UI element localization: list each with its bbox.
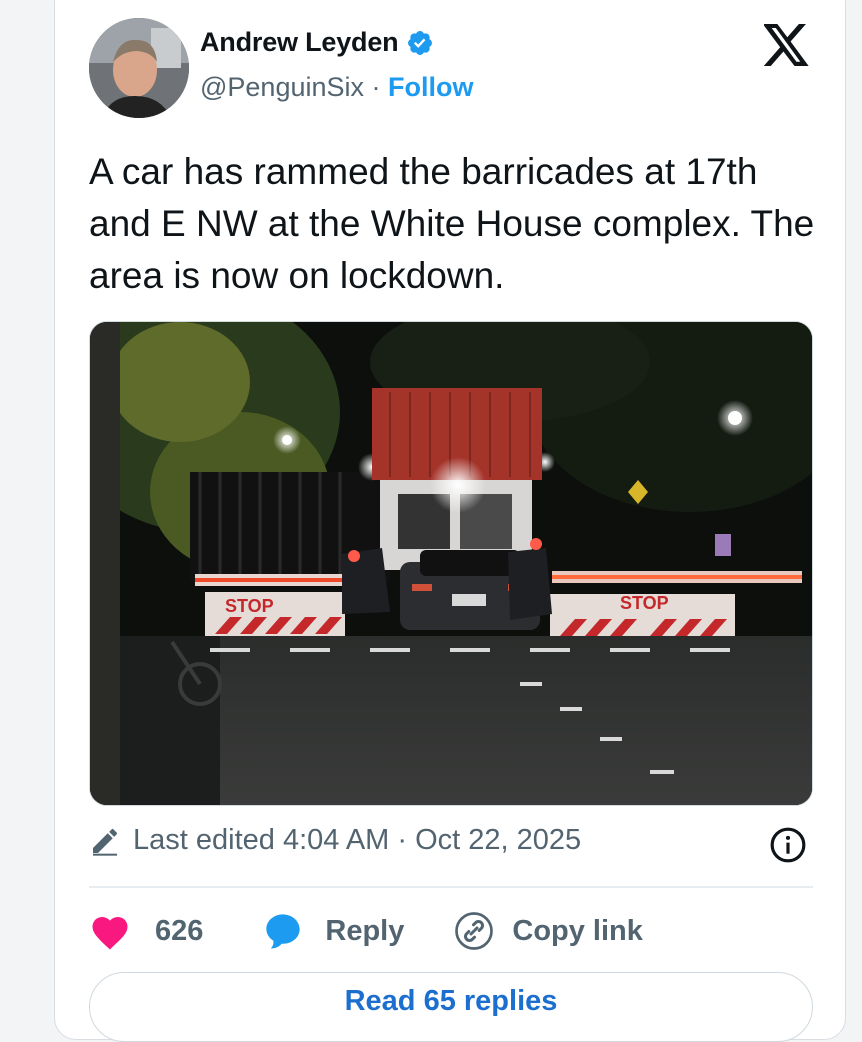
- author-name-row[interactable]: Andrew Leyden: [200, 27, 434, 58]
- tweet-photo[interactable]: STOP STOP: [89, 321, 813, 806]
- link-icon: [455, 912, 494, 950]
- copy-link-button[interactable]: Copy link: [454, 911, 643, 951]
- author-handle-row: @PenguinSix · Follow: [200, 72, 474, 103]
- author-handle[interactable]: @PenguinSix: [200, 72, 364, 102]
- x-logo-icon[interactable]: [764, 24, 810, 66]
- read-replies-label[interactable]: Read 65 replies: [345, 985, 558, 1018]
- reply-label[interactable]: Reply: [325, 915, 404, 948]
- tweet-text: A car has rammed the barricades at 17th …: [89, 151, 815, 296]
- copy-link-label[interactable]: Copy link: [512, 915, 643, 948]
- follow-button[interactable]: Follow: [388, 72, 473, 102]
- read-replies-button[interactable]: Read 65 replies: [89, 972, 813, 1042]
- like-count: 626: [155, 914, 204, 947]
- barricade-sign-right: STOP: [620, 593, 669, 613]
- last-edited-row[interactable]: Last edited 4:04 AM · Oct 22, 2025: [89, 824, 581, 857]
- action-bar: 626 Reply Copy link: [89, 908, 643, 954]
- barricade-sign-left: STOP: [225, 596, 274, 616]
- author-avatar[interactable]: [89, 18, 189, 118]
- like-button[interactable]: 626: [89, 911, 263, 951]
- divider: [89, 886, 813, 888]
- reply-bubble-icon: [266, 914, 301, 949]
- reply-button[interactable]: Reply: [263, 911, 454, 951]
- pencil-icon: [93, 828, 118, 856]
- heart-icon: [92, 917, 128, 950]
- dot-separator: ·: [371, 72, 381, 102]
- verified-badge-icon: [408, 30, 433, 55]
- info-icon[interactable]: [769, 826, 807, 864]
- last-edited-label[interactable]: Last edited 4:04 AM · Oct 22, 2025: [133, 824, 581, 857]
- author-name[interactable]: Andrew Leyden: [200, 27, 399, 58]
